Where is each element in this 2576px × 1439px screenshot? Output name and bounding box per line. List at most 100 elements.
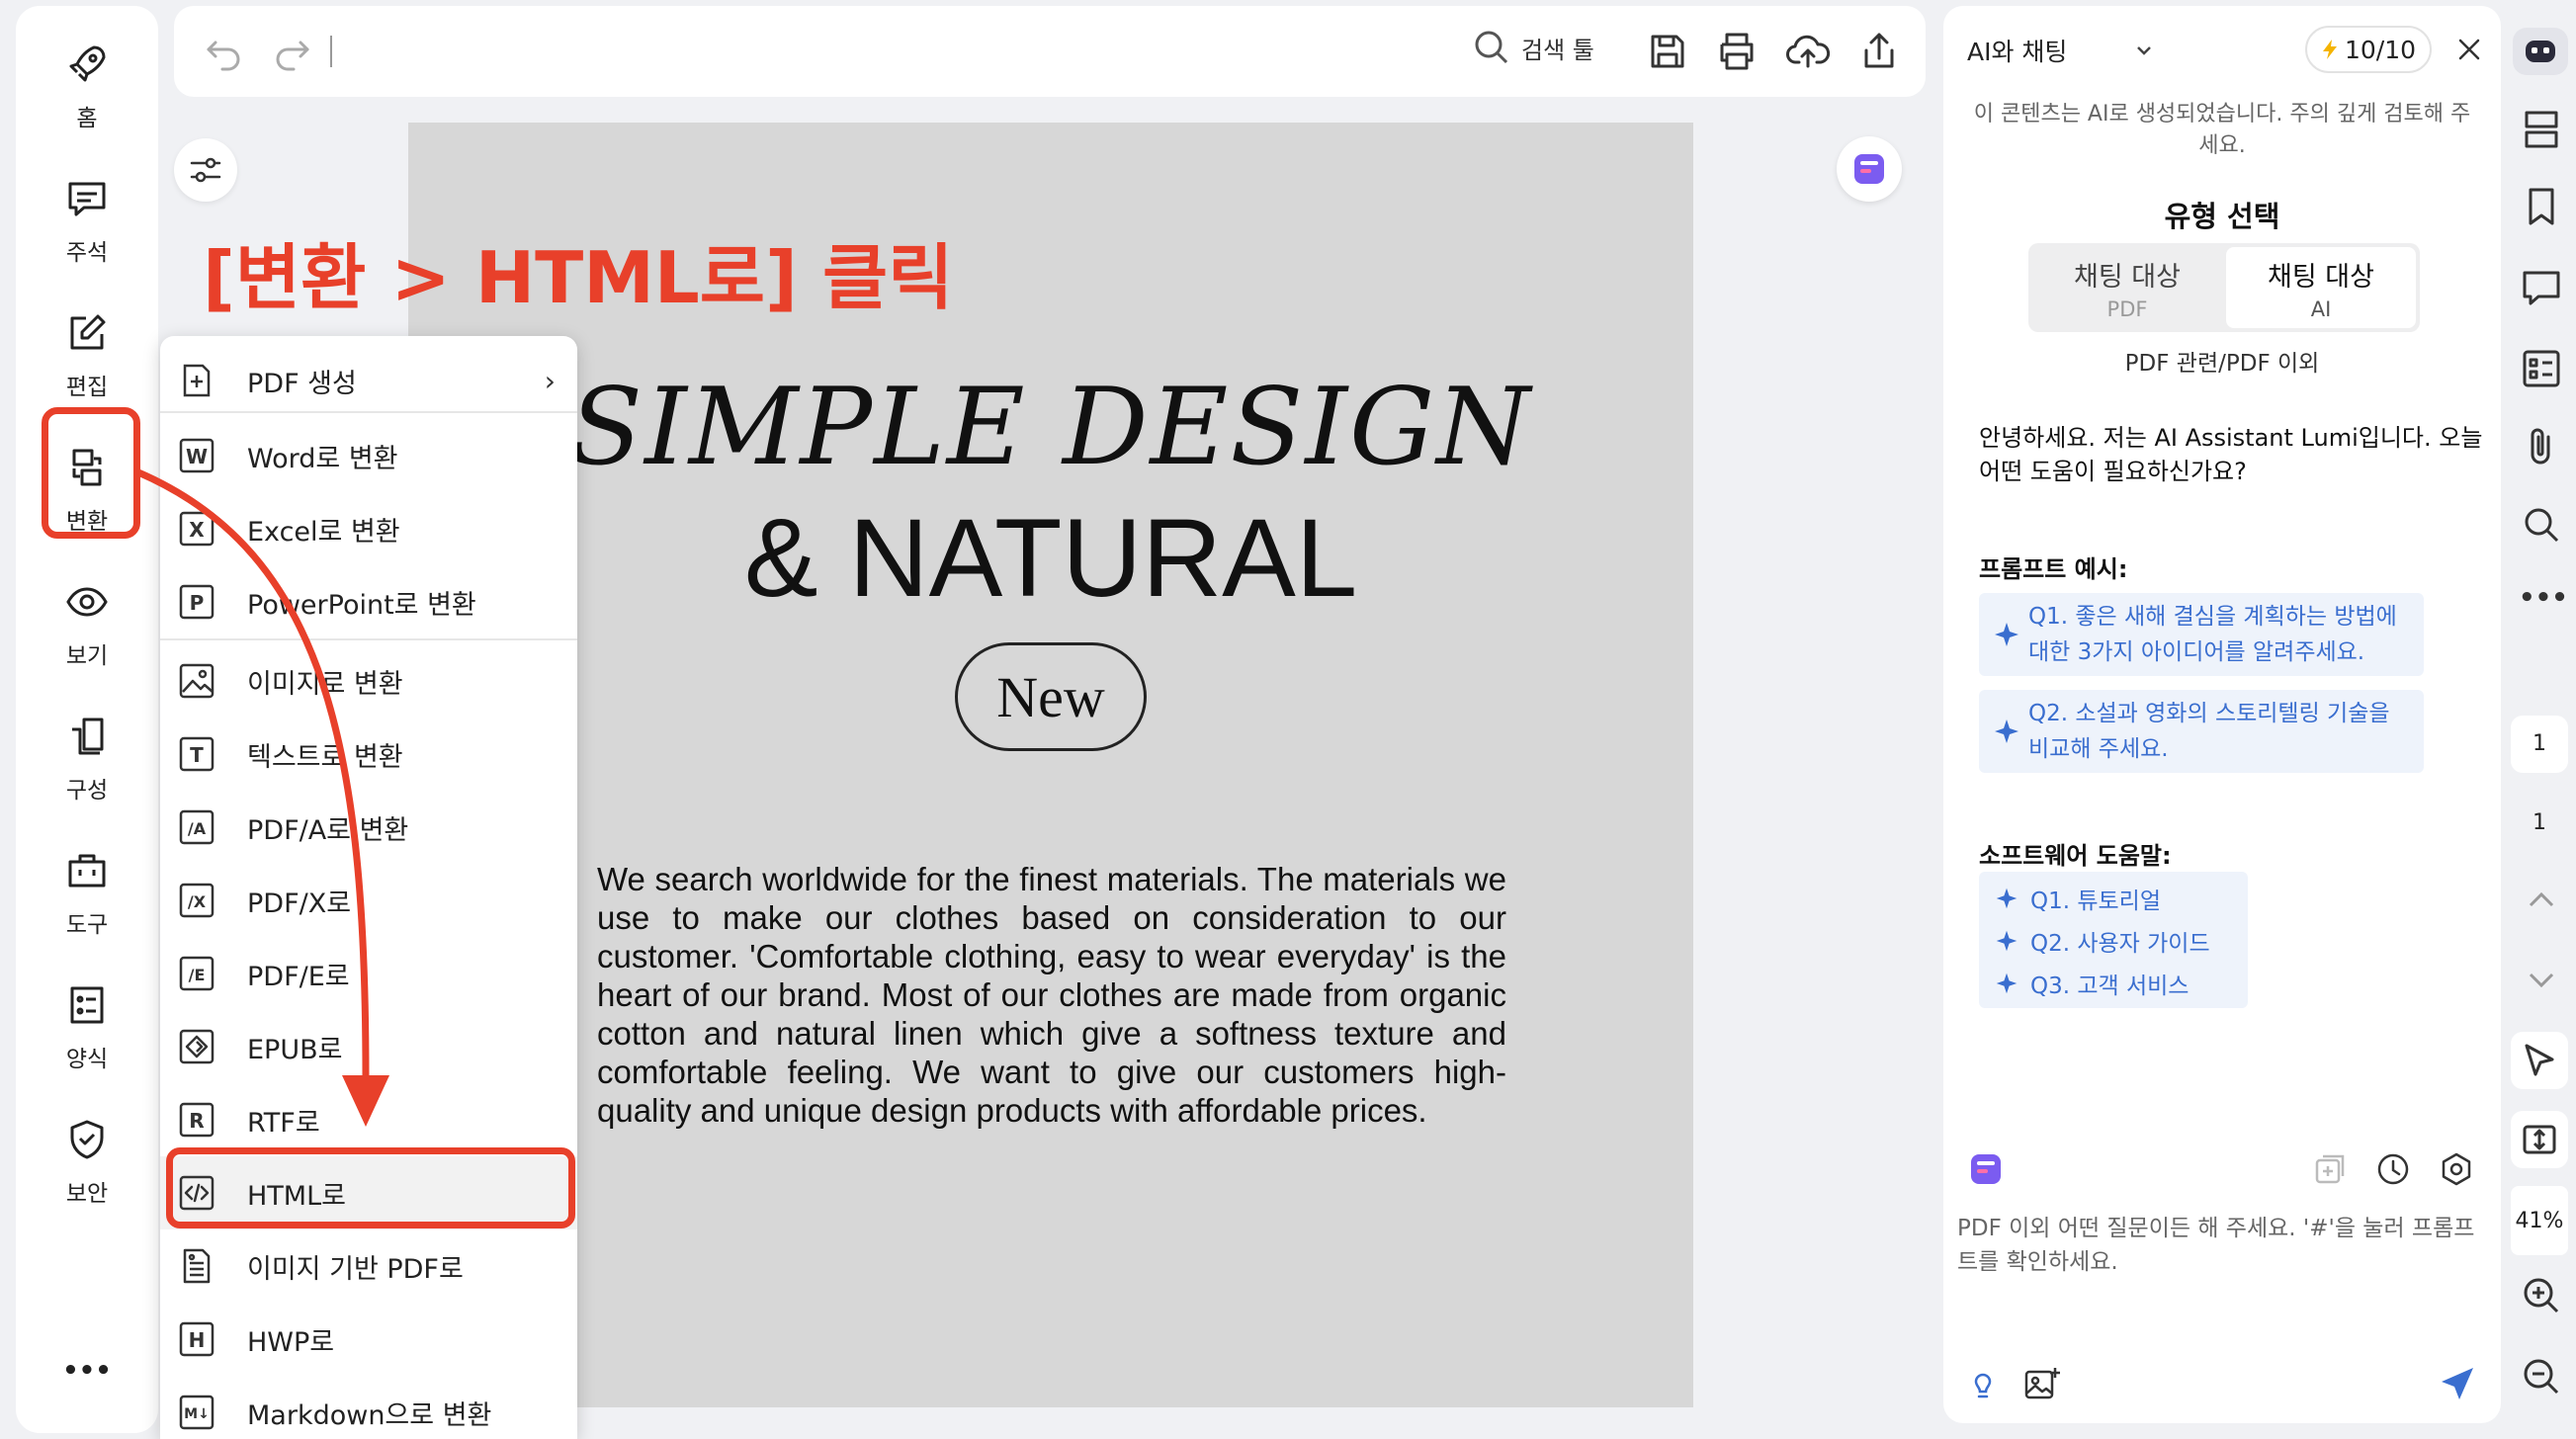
nav-edit[interactable]: 편집 [16, 296, 158, 415]
organize-icon [72, 718, 104, 755]
close-icon[interactable] [2449, 30, 2489, 69]
menu-divider [160, 411, 577, 413]
chat-target-selector: 채팅 대상 PDF 채팅 대상 AI [2028, 243, 2420, 332]
option-sub: AI [2310, 296, 2332, 321]
powerpoint-icon: P [179, 584, 215, 620]
nav-view[interactable]: 보기 [16, 565, 158, 684]
nav-comment[interactable]: 주석 [16, 162, 158, 281]
search-icon[interactable] [2519, 502, 2564, 548]
doc-body-text: We search worldwide for the finest mater… [597, 861, 1506, 1129]
nav-form[interactable]: 양식 [16, 969, 158, 1087]
help-item-support[interactable]: Q3. 고객 서비스 [1995, 967, 2189, 1000]
pdfe-icon: /E [179, 956, 215, 991]
comment-icon[interactable] [2519, 265, 2564, 310]
share-icon[interactable] [1856, 29, 1902, 74]
zoom-level[interactable]: 41% [2511, 1186, 2568, 1255]
ai-assistant-rail-button[interactable] [2513, 28, 2568, 75]
form-fields-icon[interactable] [2519, 346, 2564, 391]
create-pdf-icon [183, 364, 211, 397]
zoom-in-icon[interactable] [2519, 1273, 2564, 1318]
option-sub: PDF [2106, 296, 2148, 321]
menu-item-create-pdf[interactable]: PDF 생성 › [160, 344, 577, 417]
menu-item-word[interactable]: W Word로 변환 [160, 419, 577, 492]
zoom-value: 41% [2515, 1208, 2564, 1233]
redo-icon[interactable] [269, 29, 314, 74]
print-icon[interactable] [1714, 29, 1760, 74]
chevron-up-icon[interactable] [2519, 878, 2564, 923]
svg-text:/E: /E [189, 966, 206, 984]
svg-text:T: T [190, 743, 204, 767]
doc-title-line1: SIMPLE DESIGN [569, 366, 1532, 489]
lightbulb-icon[interactable] [1963, 1364, 2003, 1403]
menu-item-image[interactable]: 이미지로 변환 [160, 644, 577, 718]
nav-security[interactable]: 보안 [16, 1103, 158, 1222]
nav-home[interactable]: 홈 [16, 28, 158, 146]
menu-item-text[interactable]: T 텍스트로 변환 [160, 718, 577, 791]
undo-icon[interactable] [202, 29, 247, 74]
menu-item-powerpoint[interactable]: P PowerPoint로 변환 [160, 565, 577, 638]
fit-page-box[interactable] [2511, 1111, 2568, 1168]
svg-text:W: W [186, 445, 208, 468]
help-item-guide[interactable]: Q2. 사용자 가이드 [1995, 924, 2210, 958]
chevron-down-icon [2137, 46, 2151, 55]
help-item-tutorial[interactable]: Q1. 튜토리얼 [1995, 882, 2161, 915]
rtf-icon: R [179, 1102, 215, 1138]
rocket-icon [69, 45, 106, 82]
option-title: 채팅 대상 [2074, 261, 2181, 293]
svg-text:/X: /X [188, 892, 207, 911]
cloud-upload-icon[interactable] [1785, 29, 1831, 74]
zoom-out-icon[interactable] [2519, 1354, 2564, 1399]
prompt-suggestion[interactable]: Q2. 소설과 영화의 스토리텔링 기술을 비교해 주세요. [1979, 690, 2424, 773]
chat-mode-dropdown[interactable]: AI와 채팅 [1967, 26, 2155, 75]
menu-item-label: 이미지 기반 PDF로 [247, 1253, 464, 1285]
save-icon[interactable] [1645, 29, 1690, 74]
send-icon[interactable] [2438, 1364, 2477, 1403]
nav-tools[interactable]: 도구 [16, 834, 158, 953]
nav-convert[interactable]: 변환 [16, 431, 158, 550]
menu-item-label: Excel로 변환 [247, 516, 400, 548]
bookmark-icon[interactable] [2519, 184, 2564, 229]
menu-item-epub[interactable]: EPUB로 [160, 1010, 577, 1083]
select-tool-box[interactable] [2511, 1032, 2568, 1089]
page-number-box[interactable]: 1 [2511, 716, 2568, 773]
menu-item-label: HTML로 [247, 1180, 346, 1212]
menu-item-image-pdf[interactable]: 이미지 기반 PDF로 [160, 1229, 577, 1303]
nav-organize[interactable]: 구성 [16, 700, 158, 818]
markdown-icon: M↓ [179, 1395, 215, 1430]
rail-more-button[interactable]: ••• [2519, 583, 2568, 613]
image-upload-icon[interactable] [2022, 1364, 2062, 1403]
menu-item-markdown[interactable]: M↓ Markdown으로 변환 [160, 1376, 577, 1439]
history-icon[interactable] [2374, 1150, 2412, 1188]
nav-more-button[interactable]: ••• [16, 1356, 158, 1386]
prompt-suggestion[interactable]: Q1. 좋은 새해 결심을 계획하는 방법에 대한 3가지 아이디어를 알려주세… [1979, 593, 2424, 676]
layout-icon[interactable] [2519, 107, 2564, 152]
help-heading: 소프트웨어 도움말: [1979, 842, 2172, 870]
menu-item-rtf[interactable]: R RTF로 [160, 1083, 577, 1156]
chat-target-pdf-option[interactable]: 채팅 대상 PDF [2032, 247, 2222, 328]
menu-item-pdfx[interactable]: /X PDF/X로 [160, 864, 577, 937]
menu-item-excel[interactable]: X Excel로 변환 [160, 492, 577, 565]
settings-icon[interactable] [2438, 1150, 2475, 1188]
menu-item-pdfe[interactable]: /E PDF/E로 [160, 937, 577, 1010]
instruction-caption: [변환 > HTML로] 클릭 [203, 236, 954, 319]
lightning-icon [2322, 40, 2337, 59]
chevron-down-icon[interactable] [2519, 957, 2564, 1002]
image-icon [179, 663, 215, 699]
chat-target-ai-option[interactable]: 채팅 대상 AI [2226, 247, 2416, 328]
search-tool-button[interactable]: 검색 툴 [1472, 28, 1594, 67]
prompt-heading: 프롬프트 예시: [1979, 555, 2128, 583]
nav-home-label: 홈 [76, 106, 98, 131]
hwp-icon: H [179, 1321, 215, 1357]
menu-item-html[interactable]: HTML로 [160, 1156, 577, 1229]
edit-icon [70, 314, 106, 350]
option-title: 채팅 대상 [2268, 261, 2374, 293]
image-pdf-icon [183, 1248, 211, 1284]
ai-assistant-float-button[interactable] [1837, 136, 1902, 202]
display-settings-button[interactable] [174, 138, 237, 202]
top-toolbar: 검색 툴 [174, 6, 1926, 97]
chat-input[interactable]: PDF 이외 어떤 질문이든 해 주세요. '#'을 눌러 프롬프트를 확인하세… [1957, 1212, 2481, 1279]
new-chat-icon[interactable] [2311, 1150, 2349, 1188]
menu-item-hwp[interactable]: H HWP로 [160, 1303, 577, 1376]
menu-item-pdfa[interactable]: /A PDF/A로 변환 [160, 791, 577, 864]
attachment-icon[interactable] [2519, 423, 2564, 468]
